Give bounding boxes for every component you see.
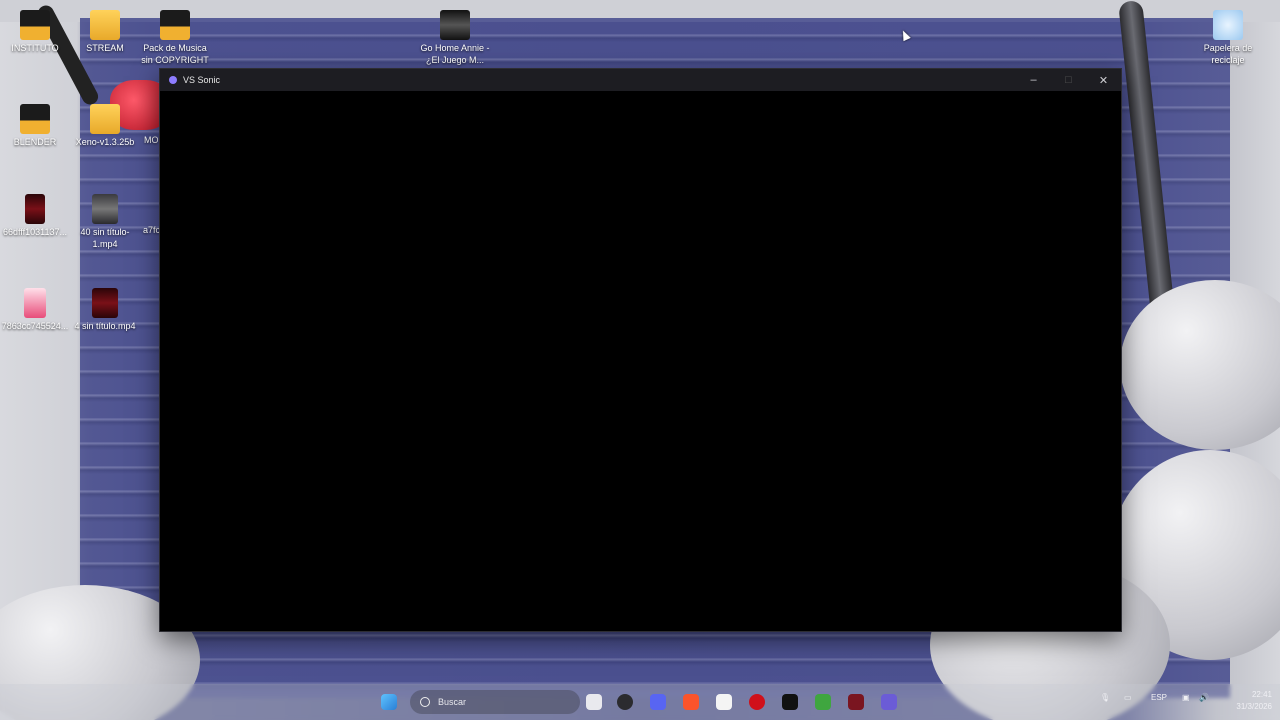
taskbar-app-vs-sonic[interactable] [881,693,897,711]
brave-icon [683,694,699,710]
network-icon[interactable]: ▣ [1182,693,1190,702]
desktop-icon-mo[interactable]: MO [130,104,160,146]
volume-icon[interactable]: 🔊 [1199,693,1209,702]
start-button[interactable] [381,693,397,711]
video-file-icon [440,10,470,40]
taskbar-app-minecraft[interactable] [815,693,831,711]
capcut-icon [716,694,732,710]
taskbar-app-files[interactable] [586,693,602,711]
desktop-icon-label: STREAM [86,43,124,53]
obs-icon [617,694,633,710]
image-file-icon [24,288,46,318]
file-icon [130,104,160,134]
desktop-icon-label: 4 sin título.mp4 [74,321,136,331]
windows-start-icon [381,694,397,710]
desktop-icon-go-home-annie[interactable]: Go Home Annie - ¿El Juego M... [420,10,490,66]
language-indicator[interactable]: ESP [1151,693,1167,702]
folder-icon [90,104,120,134]
close-button[interactable]: ✕ [1086,69,1121,91]
minecraft-icon [815,694,831,710]
folder-icon [160,10,190,40]
maximize-button[interactable]: □ [1051,69,1086,91]
microphone-icon[interactable]: 🎙 [1100,693,1110,702]
vs-sonic-window[interactable]: VS Sonic – □ ✕ [159,68,1122,632]
taskbar-app-obs[interactable] [617,693,633,711]
desktop-icon-label: Go Home Annie - ¿El Juego M... [420,43,490,65]
desktop-icon-label: 7863cc745524... [1,321,69,331]
desktop-icon-label: INSTITUTO [11,43,59,53]
clock-time: 22:41 [1251,690,1272,699]
video-file-icon [92,288,118,318]
desktop-icon-label: Pack de Musica sin COPYRIGHT [141,43,209,65]
video-file-icon [92,194,118,224]
discord-icon [650,694,666,710]
taskbar [0,684,1280,720]
file-icon [130,194,160,224]
desktop-icon-blender[interactable]: BLENDER [0,104,70,148]
app-icon [169,76,177,84]
taskbar-app-tiktok[interactable] [782,693,798,711]
desktop-icon-recycle-bin[interactable]: Papelera de reciclaje [1193,10,1263,66]
desktop-icon-7863cc[interactable]: 7863cc745524... [0,288,70,332]
tray-chevron-icon[interactable]: ▭ [1124,693,1132,702]
clock-date: 31/3/2026 [1236,702,1272,711]
window-titlebar[interactable]: VS Sonic – □ ✕ [160,69,1121,91]
folder-icon [20,104,50,134]
taskbar-app-red[interactable] [749,693,765,711]
tiktok-icon [782,694,798,710]
folder-icon [90,10,120,40]
red-app-icon [749,694,765,710]
desktop-icon-stream[interactable]: STREAM [70,10,140,54]
file-icon [586,694,602,710]
minimize-button[interactable]: – [1016,69,1051,91]
search-icon [420,697,430,707]
taskbar-app-valorant[interactable] [848,693,864,711]
desktop-icon-label: BLENDER [13,137,57,147]
valorant-icon [848,694,864,710]
window-title: VS Sonic [183,75,221,85]
desktop-icon-label: 66dfff1031137... [2,227,68,237]
recycle-bin-icon [1213,10,1243,40]
taskbar-search[interactable]: Buscar [410,690,580,714]
desktop-icon-pack-musica[interactable]: Pack de Musica sin COPYRIGHT [140,10,210,66]
game-canvas[interactable] [160,91,1121,631]
desktop-icon-4-sin-titulo[interactable]: 4 sin título.mp4 [70,288,140,332]
vs-sonic-icon [881,694,897,710]
search-placeholder: Buscar [438,697,467,707]
desktop-icon-66dfff[interactable]: 66dfff1031137... [0,194,70,238]
desktop-icon-label: a7fc [143,225,160,235]
taskbar-app-brave[interactable] [683,693,699,711]
taskbar-app-discord[interactable] [650,693,666,711]
desktop-icon-label: MO [144,135,159,145]
desktop-icon-label: Papelera de reciclaje [1203,43,1253,65]
folder-icon [20,10,50,40]
taskbar-clock[interactable]: 22:41 31/3/2026 [1212,689,1272,713]
desktop-icon-a7fc[interactable]: a7fc [130,194,160,236]
taskbar-app-capcut[interactable] [716,693,732,711]
desktop-icon-instituto[interactable]: INSTITUTO [0,10,70,54]
image-file-icon [25,194,45,224]
